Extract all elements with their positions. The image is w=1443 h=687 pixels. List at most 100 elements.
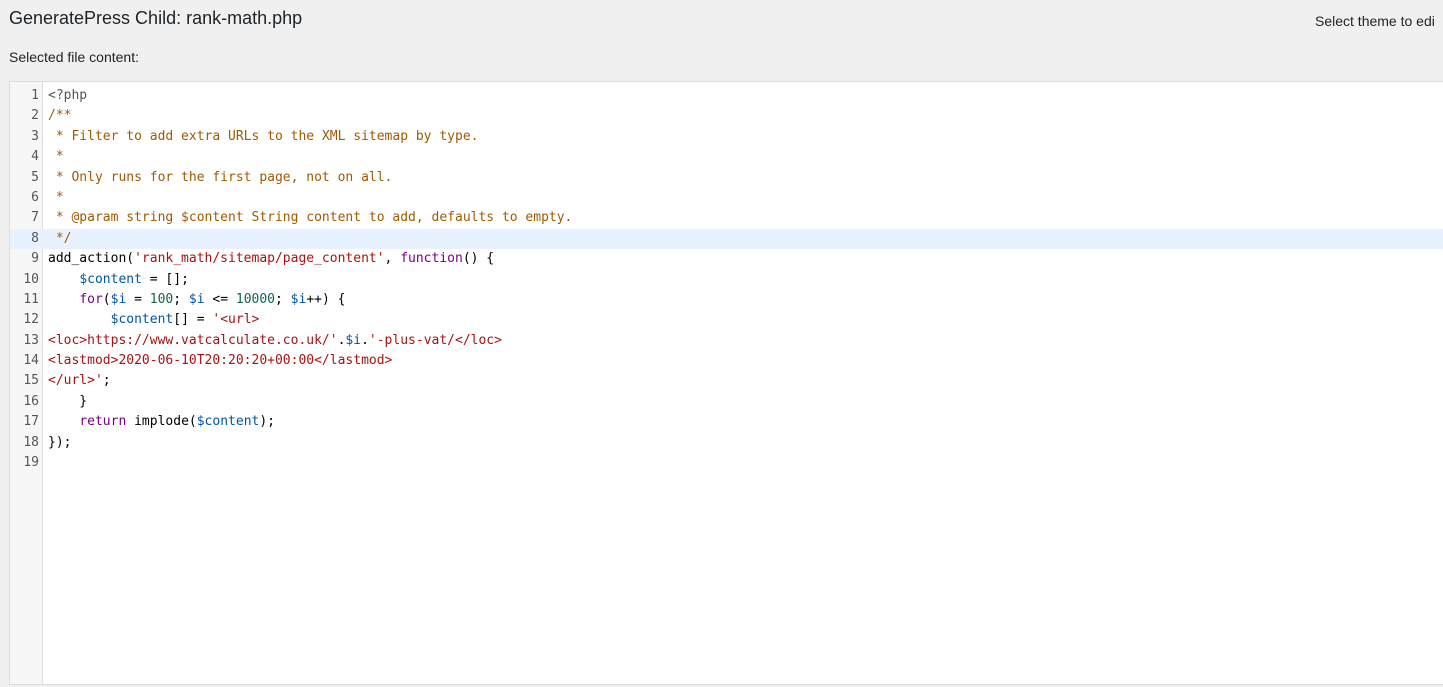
line-number: 5	[31, 169, 39, 185]
code-line[interactable]: 4 *	[10, 147, 1443, 167]
code-line[interactable]: 10 $content = [];	[10, 270, 1443, 290]
code-token: );	[259, 414, 276, 430]
code-token: $content	[196, 414, 260, 430]
code-line[interactable]: 14 <lastmod>2020-06-10T20:20:20+00:00</la…	[10, 351, 1443, 371]
code-line[interactable]: 19	[10, 453, 1443, 473]
line-number: 6	[31, 189, 39, 205]
line-number: 17	[23, 414, 39, 430]
code-token: ;	[173, 291, 189, 307]
code-token: $content	[110, 312, 174, 328]
line-code: for($i = 100; $i <= 10000; $i++) {	[48, 290, 345, 310]
code-line[interactable]: 5 * Only runs for the first page, not on…	[10, 168, 1443, 188]
code-token: (	[102, 291, 111, 307]
code-line[interactable]: 12 $content[] = '<url>	[10, 310, 1443, 330]
code-token: <loc>https://www.vatcalculate.co.uk/'	[48, 332, 338, 348]
line-code: $content[] = '<url>	[48, 310, 260, 330]
code-token: * Filter to add extra URLs to the XML si…	[48, 128, 479, 144]
line-number: 8	[31, 230, 39, 246]
code-line[interactable]: 16 }	[10, 392, 1443, 412]
code-token: 'rank_math/sitemap/page_content'	[134, 251, 385, 267]
code-token: </url>'	[48, 373, 103, 389]
code-line[interactable]: 3 * Filter to add extra URLs to the XML …	[10, 127, 1443, 147]
code-line[interactable]: 15 </url>';	[10, 371, 1443, 391]
code-lines[interactable]: 1 <?php 2 /** 3 * Filter to add extra URLs t…	[10, 86, 1443, 473]
code-token: .	[361, 332, 369, 348]
code-token: <lastmod>2020-06-10T20:20:20+00:00</last…	[48, 353, 393, 369]
line-number: 4	[31, 149, 39, 165]
code-token: '<url>	[212, 312, 260, 328]
line-code: *	[48, 188, 64, 208]
code-token: '-plus-vat/</loc>	[368, 332, 502, 348]
line-code: $content = [];	[48, 270, 189, 290]
line-code: add_action('rank_math/sitemap/page_conte…	[48, 249, 494, 269]
line-number: 19	[23, 455, 39, 471]
code-token: /**	[48, 108, 72, 124]
code-token: 10000	[235, 291, 276, 307]
code-token: $content	[79, 271, 142, 287]
line-code: </url>';	[48, 371, 111, 391]
line-code: * Only runs for the first page, not on a…	[48, 168, 393, 188]
code-token: ;	[102, 373, 111, 389]
code-line[interactable]: 8 */	[10, 228, 1443, 250]
line-code: <loc>https://www.vatcalculate.co.uk/'.$i…	[48, 331, 502, 351]
code-token: () {	[462, 251, 495, 267]
code-token: *	[48, 149, 64, 165]
code-line[interactable]: 11 for($i = 100; $i <= 10000; $i++) {	[10, 290, 1443, 310]
file-title: GeneratePress Child: rank-math.php	[9, 8, 303, 28]
line-number: 11	[23, 291, 39, 307]
code-token: $i	[345, 332, 362, 348]
code-editor[interactable]: 1 <?php 2 /** 3 * Filter to add extra URLs t…	[9, 81, 1443, 685]
code-line[interactable]: 6 *	[10, 188, 1443, 208]
code-token: <=	[204, 291, 236, 307]
line-number: 15	[23, 373, 39, 389]
code-token: 100	[149, 291, 174, 307]
code-token: [] =	[173, 312, 213, 328]
line-number: 18	[23, 434, 39, 450]
code-line[interactable]: 2 /**	[10, 106, 1443, 126]
code-token: = [];	[141, 271, 189, 287]
theme-file-editor: GeneratePress Child: rank-math.php Selec…	[0, 0, 1443, 687]
code-line[interactable]: 13 <loc>https://www.vatcalculate.co.uk/'.…	[10, 331, 1443, 351]
code-token: $i	[290, 291, 307, 307]
line-code: });	[48, 433, 71, 453]
code-token: return	[79, 414, 127, 430]
code-line[interactable]: 9 add_action('rank_math/sitemap/page_cont…	[10, 249, 1443, 269]
line-code: <lastmod>2020-06-10T20:20:20+00:00</last…	[48, 351, 392, 371]
code-token: }	[48, 393, 88, 409]
code-line[interactable]: 7 * @param string $content String conten…	[10, 208, 1443, 228]
code-token: $i	[188, 291, 205, 307]
line-number: 16	[23, 393, 39, 409]
code-token: * Only runs for the first page, not on a…	[48, 169, 393, 185]
line-code: *	[48, 147, 64, 167]
line-number: 7	[31, 210, 39, 226]
code-token: <?php	[48, 88, 88, 103]
code-line[interactable]: 18});	[10, 433, 1443, 453]
line-code: <?php	[48, 86, 87, 106]
code-line[interactable]: 1 <?php	[10, 86, 1443, 106]
line-number: 13	[23, 332, 39, 348]
line-number: 10	[23, 271, 39, 287]
line-number: 3	[31, 128, 39, 144]
line-number: 2	[31, 108, 39, 124]
line-code: return implode($content);	[48, 412, 275, 432]
line-number: 1	[31, 88, 39, 103]
code-token: });	[48, 434, 72, 450]
line-number: 9	[31, 251, 39, 267]
code-token: function	[400, 251, 463, 267]
code-token: ++) {	[306, 291, 346, 307]
theme-select-label[interactable]: Select theme to edi	[1315, 12, 1435, 30]
line-code: */	[48, 229, 72, 249]
selected-file-content-label: Selected file content:	[9, 49, 139, 65]
code-token: ;	[275, 291, 291, 307]
code-token: ,	[384, 251, 401, 267]
code-token: add_action(	[48, 251, 135, 267]
code-token: $i	[110, 291, 127, 307]
code-token: for	[79, 291, 103, 307]
code-line[interactable]: 17 return implode($content);	[10, 412, 1443, 432]
line-number: 14	[23, 353, 39, 369]
code-token: implode(	[126, 414, 197, 430]
